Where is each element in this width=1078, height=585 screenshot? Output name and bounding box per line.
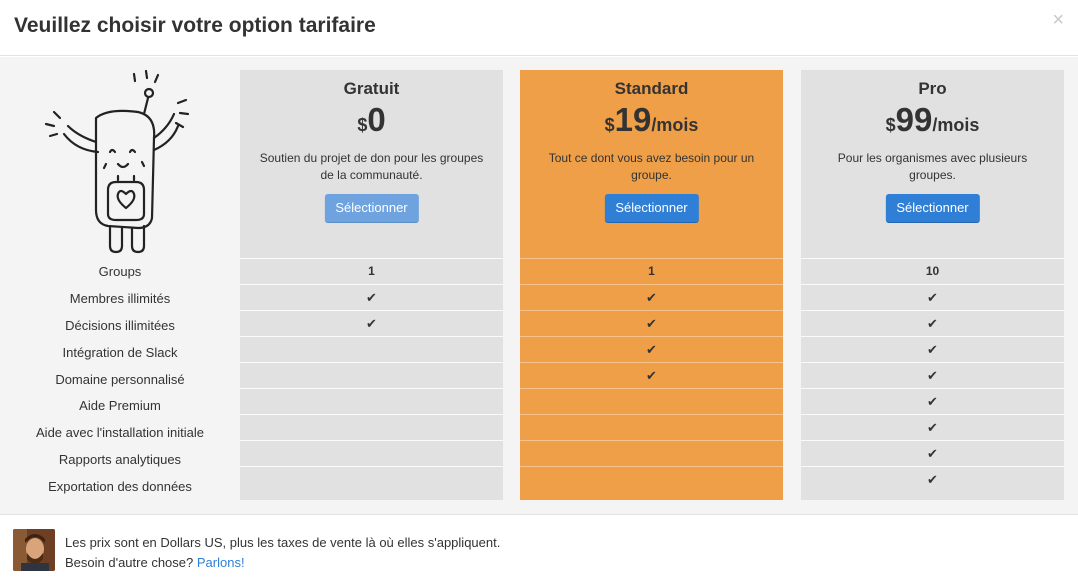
price-period: /mois: [651, 115, 699, 135]
plan-feature-rows: 1 ✔ ✔ ✔ ✔: [520, 258, 783, 492]
feature-cell: ✔: [240, 310, 503, 336]
check-icon: ✔: [366, 316, 377, 331]
footer-text: Les prix sont en Dollars US, plus les ta…: [65, 533, 500, 573]
feature-cell: [240, 440, 503, 466]
feature-label: Membres illimités: [69, 290, 171, 306]
check-icon: ✔: [646, 342, 657, 357]
feature-cell: ✔: [801, 466, 1064, 492]
footer-contact-line: Besoin d'autre chose? Parlons!: [65, 553, 500, 573]
plan-description: Tout ce dont vous avez besoin pour un gr…: [548, 151, 755, 182]
avatar: [13, 529, 55, 571]
select-pro-button[interactable]: Sélectionner: [885, 194, 980, 223]
plan-price: $99/mois: [801, 101, 1064, 139]
plan-name: Pro: [918, 79, 947, 98]
feature-cell: [240, 362, 503, 388]
avatar-image: [13, 529, 55, 571]
price-amount: 99: [895, 101, 933, 138]
feature-cell: ✔: [520, 310, 783, 336]
modal-header: Veuillez choisir votre option tarifaire …: [0, 0, 1078, 56]
feature-cell: [520, 440, 783, 466]
robot-mascot-illustration: [44, 69, 190, 254]
check-icon: ✔: [927, 290, 938, 305]
plan-header: Pro $99/mois Pour les organismes avec pl…: [801, 70, 1064, 258]
feature-cell: [520, 414, 783, 440]
plan-description: Pour les organismes avec plusieurs group…: [837, 151, 1028, 182]
footer-pricing-note: Les prix sont en Dollars US, plus les ta…: [65, 535, 501, 550]
feature-cell: [240, 388, 503, 414]
select-standard-button[interactable]: Sélectionner: [604, 194, 699, 223]
modal-footer: Les prix sont en Dollars US, plus les ta…: [0, 514, 1078, 585]
feature-labels: Groups Membres illimités Décisions illim…: [0, 258, 240, 500]
feature-cell: ✔: [801, 440, 1064, 466]
plan-header: Standard $19/mois Tout ce dont vous avez…: [520, 70, 783, 258]
contact-link[interactable]: Parlons!: [197, 555, 245, 570]
feature-cell: [240, 466, 503, 492]
plan-description: Soutien du projet de don pour les groupe…: [259, 151, 484, 182]
close-icon[interactable]: ×: [1052, 10, 1064, 30]
price-period: /mois: [932, 115, 980, 135]
price-amount: 19: [614, 101, 652, 138]
plan-feature-rows: 10 ✔ ✔ ✔ ✔ ✔ ✔ ✔ ✔: [801, 258, 1064, 492]
feature-cell: [240, 336, 503, 362]
check-icon: ✔: [927, 394, 938, 409]
feature-cell: ✔: [801, 310, 1064, 336]
footer-question: Besoin d'autre chose?: [65, 555, 194, 570]
plan-price: $0: [240, 101, 503, 139]
feature-label: Domaine personnalisé: [55, 371, 185, 387]
feature-cell: [240, 414, 503, 440]
feature-cell: [520, 388, 783, 414]
feature-cell: ✔: [801, 414, 1064, 440]
plan-price: $19/mois: [520, 101, 783, 139]
feature-label: Décisions illimitées: [65, 317, 175, 333]
plan-feature-rows: 1 ✔ ✔: [240, 258, 503, 492]
plan-name: Standard: [614, 79, 689, 98]
feature-cell: ✔: [801, 388, 1064, 414]
check-icon: ✔: [927, 316, 938, 331]
feature-cell: ✔: [520, 362, 783, 388]
feature-cell: ✔: [801, 362, 1064, 388]
check-icon: ✔: [927, 446, 938, 461]
plan-column-standard: Standard $19/mois Tout ce dont vous avez…: [520, 70, 783, 500]
feature-label: Groups: [98, 264, 142, 279]
check-icon: ✔: [646, 316, 657, 331]
feature-label: Rapports analytiques: [58, 452, 182, 468]
check-icon: ✔: [927, 472, 938, 487]
feature-label: Intégration de Slack: [62, 344, 178, 360]
feature-label: Exportation des données: [48, 479, 192, 495]
price-currency: $: [885, 115, 896, 135]
check-icon: ✔: [646, 290, 657, 305]
feature-cell: ✔: [520, 284, 783, 310]
feature-cell: [520, 466, 783, 492]
plan-name: Gratuit: [343, 79, 400, 98]
check-icon: ✔: [927, 342, 938, 357]
feature-cell: 10: [801, 258, 1064, 284]
feature-cell: ✔: [240, 284, 503, 310]
check-icon: ✔: [927, 368, 938, 383]
feature-label: Aide Premium: [79, 398, 161, 414]
feature-cell: ✔: [801, 284, 1064, 310]
price-amount: 0: [367, 101, 386, 138]
feature-cell: ✔: [520, 336, 783, 362]
plan-column-pro: Pro $99/mois Pour les organismes avec pl…: [801, 70, 1064, 500]
feature-cell: 1: [520, 258, 783, 284]
plan-header: Gratuit $0 Soutien du projet de don pour…: [240, 70, 503, 258]
feature-cell: ✔: [801, 336, 1064, 362]
check-icon: ✔: [366, 290, 377, 305]
price-currency: $: [357, 115, 368, 135]
price-currency: $: [604, 115, 615, 135]
check-icon: ✔: [646, 368, 657, 383]
feature-cell: 1: [240, 258, 503, 284]
check-icon: ✔: [927, 420, 938, 435]
modal-title: Veuillez choisir votre option tarifaire: [14, 14, 376, 37]
select-gratuit-button[interactable]: Sélectionner: [324, 194, 419, 223]
plan-column-gratuit: Gratuit $0 Soutien du projet de don pour…: [240, 70, 503, 500]
feature-label: Aide avec l'installation initiale: [36, 425, 204, 441]
